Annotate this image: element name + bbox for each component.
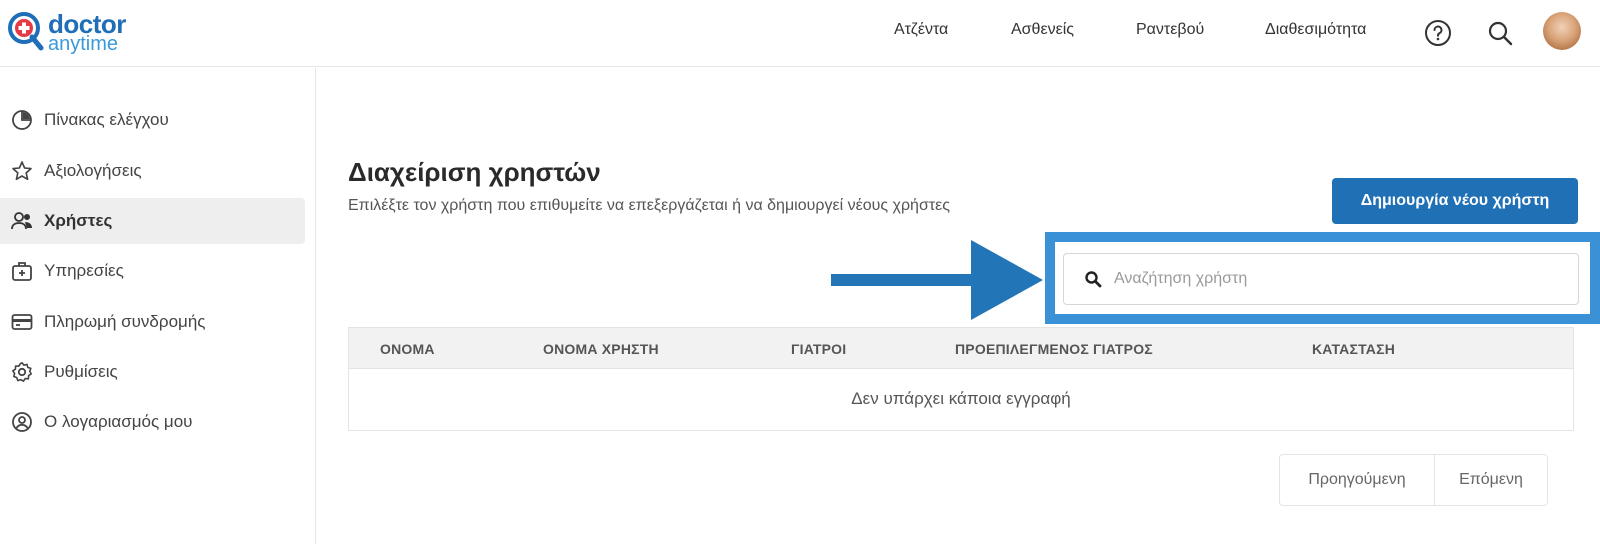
column-header-doctors[interactable]: ΓΙΑΤΡΟΙ [791, 341, 846, 357]
credit-card-icon [10, 310, 34, 334]
sidebar-item-settings[interactable]: Ρυθμίσεις [0, 349, 305, 395]
users-table: ΟΝΟΜΑ ΟΝΟΜΑ ΧΡΗΣΤΗ ΓΙΑΤΡΟΙ ΠΡΟΕΠΙΛΕΓΜΕΝΟ… [348, 327, 1574, 431]
sidebar-item-reviews[interactable]: Αξιολογήσεις [0, 148, 305, 194]
table-header: ΟΝΟΜΑ ΟΝΟΜΑ ΧΡΗΣΤΗ ΓΙΑΤΡΟΙ ΠΡΟΕΠΙΛΕΓΜΕΝΟ… [348, 327, 1574, 369]
sidebar-item-label: Χρήστες [44, 211, 113, 230]
medical-bag-icon [10, 259, 34, 283]
help-icon [1425, 20, 1451, 46]
sidebar-item-label: Ο λογαριασμός μου [44, 412, 193, 431]
gear-icon [10, 360, 34, 384]
page-title: Διαχείριση χρηστών [348, 157, 601, 187]
sidebar-item-users[interactable]: Χρήστες [0, 198, 305, 244]
sidebar-item-services[interactable]: Υπηρεσίες [0, 248, 305, 294]
page-subtitle: Επιλέξτε τον χρήστη που επιθυμείτε να επ… [348, 197, 950, 214]
search-input[interactable] [1114, 270, 1554, 288]
empty-table-message: Δεν υπάρχει κάποια εγγραφή [851, 389, 1071, 408]
logo-text-anytime: anytime [48, 33, 119, 55]
column-header-username[interactable]: ΟΝΟΜΑ ΧΡΗΣΤΗ [543, 341, 659, 357]
create-user-button[interactable]: Δημιουργία νέου χρήστη [1332, 178, 1578, 224]
previous-page-button[interactable]: Προηγούμενη [1280, 455, 1435, 505]
search-button[interactable] [1484, 17, 1516, 49]
nav-patients[interactable]: Ασθενείς [1011, 21, 1074, 39]
column-header-status[interactable]: ΚΑΤΑΣΤΑΣΗ [1312, 341, 1395, 357]
nav-appointments[interactable]: Ραντεβού [1136, 21, 1204, 39]
pagination: Προηγούμενη Επόμενη [1279, 454, 1548, 506]
logo-mark-icon [8, 12, 44, 51]
sidebar-item-label: Ρυθμίσεις [44, 362, 118, 381]
sidebar-item-my-account[interactable]: Ο λογαριασμός μου [0, 399, 305, 445]
sidebar-item-label: Πίνακας ελέγχου [44, 110, 169, 129]
nav-agenda[interactable]: Ατζέντα [894, 21, 948, 39]
sidebar-item-label: Πληρωμή συνδρομής [44, 312, 206, 331]
table-body: Δεν υπάρχει κάποια εγγραφή [348, 369, 1574, 431]
search-icon [1488, 21, 1513, 46]
users-icon [10, 209, 34, 233]
sidebar-item-subscription-payment[interactable]: Πληρωμή συνδρομής [0, 299, 305, 345]
column-header-default-doctor[interactable]: ΠΡΟΕΠΙΛΕΓΜΕΝΟΣ ΓΙΑΤΡΟΣ [955, 341, 1153, 357]
user-search-box[interactable] [1063, 253, 1579, 305]
pie-chart-icon [10, 108, 34, 132]
doctor-anytime-logo[interactable]: doctor anytime [8, 10, 138, 54]
arrow-pointer-icon [831, 240, 1043, 320]
sidebar: Πίνακας ελέγχου Αξιολογήσεις Χρήστες Υπη… [0, 68, 316, 544]
search-icon [1085, 271, 1102, 288]
help-button[interactable] [1422, 17, 1454, 49]
nav-availability[interactable]: Διαθεσιμότητα [1265, 21, 1366, 39]
top-header: doctor anytime Ατζέντα Ασθενείς Ραντεβού… [0, 0, 1600, 67]
sidebar-item-dashboard[interactable]: Πίνακας ελέγχου [0, 97, 305, 143]
sidebar-item-label: Υπηρεσίες [44, 261, 124, 280]
sidebar-item-label: Αξιολογήσεις [44, 161, 142, 180]
user-avatar[interactable] [1543, 12, 1581, 50]
star-icon [10, 159, 34, 183]
column-header-name[interactable]: ΟΝΟΜΑ [380, 341, 435, 357]
user-circle-icon [10, 410, 34, 434]
next-page-button[interactable]: Επόμενη [1435, 455, 1547, 505]
